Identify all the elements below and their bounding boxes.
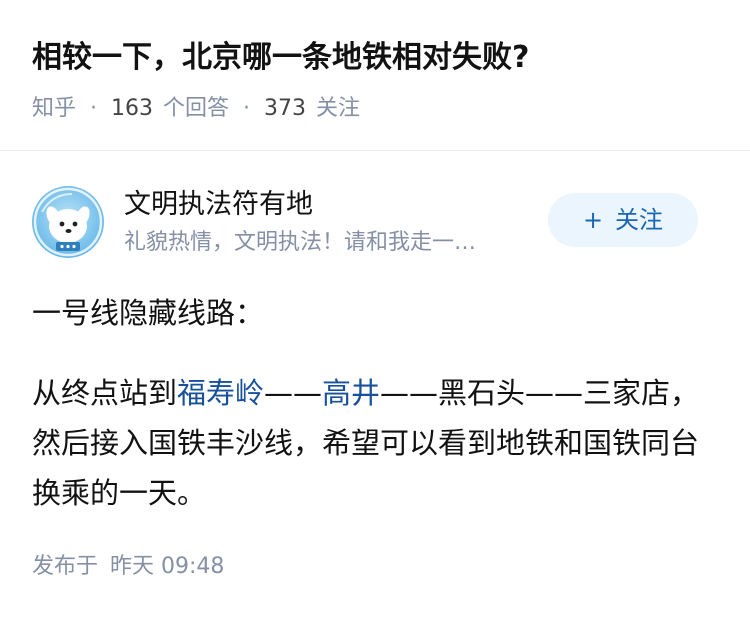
source-label: 知乎: [32, 96, 77, 121]
follower-count-label: 关注: [316, 96, 361, 121]
answer-count-label: 个回答: [163, 96, 230, 121]
meta-separator: ·: [243, 96, 251, 121]
cartoon-dog-astronaut-avatar-icon: [33, 187, 103, 257]
follow-button-label: 关注: [615, 206, 664, 234]
answer-text: ——: [264, 376, 323, 410]
author-info: 文明执法符有地 礼貌热情，文明执法！请和我走一… + 关注: [32, 186, 718, 260]
answer-text: 从终点站到: [32, 376, 178, 410]
follow-button[interactable]: + 关注: [548, 193, 698, 247]
publish-timestamp: 昨天 09:48: [110, 554, 225, 579]
publish-time: 发布于 昨天 09:48: [32, 550, 224, 584]
station-link-fushouling[interactable]: 福寿岭: [177, 376, 264, 410]
answer-count: 163: [111, 96, 154, 121]
publish-label: 发布于: [32, 554, 99, 579]
author-name[interactable]: 文明执法符有地: [124, 186, 313, 224]
station-link-gaojing[interactable]: 高井: [322, 376, 380, 410]
author-bio: 礼貌热情，文明执法！请和我走一…: [124, 230, 477, 255]
answer-paragraph: 从终点站到福寿岭——高井——黑石头——三家店，然后接入国铁丰沙线，希望可以看到地…: [32, 368, 718, 518]
question-meta: 知乎 · 163 个回答 · 373 关注: [32, 93, 360, 125]
meta-separator: ·: [90, 96, 98, 121]
question-title[interactable]: 相较一下，北京哪一条地铁相对失败?: [32, 36, 529, 80]
avatar[interactable]: [32, 186, 104, 258]
follower-count: 373: [264, 96, 307, 121]
plus-icon: +: [582, 206, 604, 234]
question-header: 相较一下，北京哪一条地铁相对失败? 知乎 · 163 个回答 · 373 关注: [0, 0, 750, 151]
answer-content: 一号线隐藏线路： 从终点站到福寿岭——高井——黑石头——三家店，然后接入国铁丰沙…: [32, 288, 718, 518]
answer-paragraph: 一号线隐藏线路：: [32, 296, 265, 330]
